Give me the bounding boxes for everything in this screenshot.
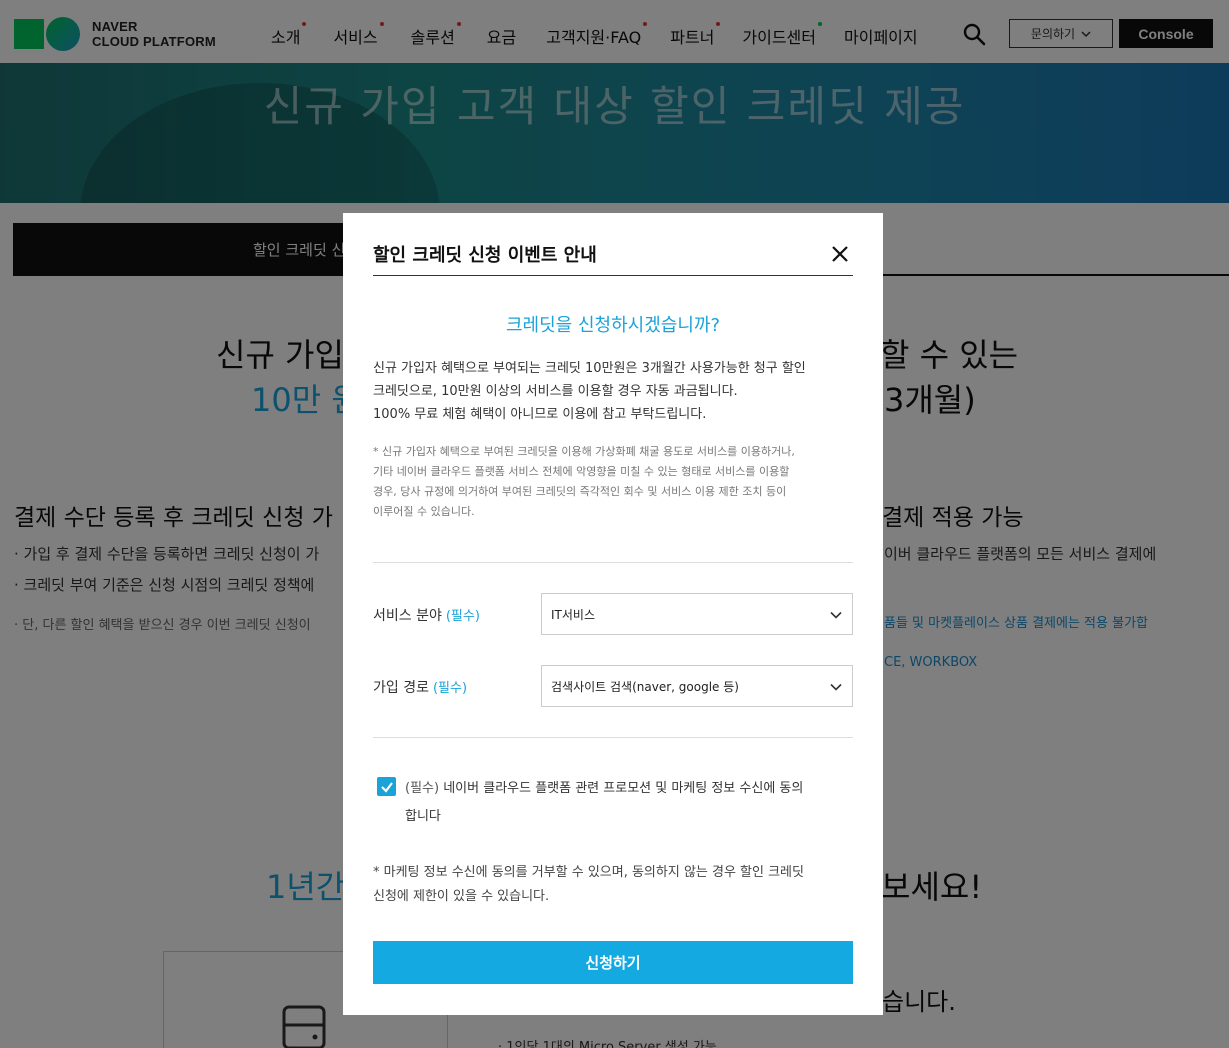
description-line: 신규 가입자 혜택으로 부여되는 크레딧 10만원은 3개월간 사용가능한 청구… (373, 361, 806, 376)
fine-print-line: * 신규 가입자 혜택으로 부여된 크레딧을 이용해 가상화폐 채굴 용도로 서… (373, 445, 795, 458)
signup-route-label: 가입 경로 (필수) (373, 677, 467, 697)
select-value: IT서비스 (551, 607, 595, 622)
marketing-consent-label[interactable]: (필수) 네이버 클라우드 플랫폼 관련 프로모션 및 마케팅 정보 수신에 동… (405, 775, 855, 831)
fine-print-line: 이루어질 수 있습니다. (373, 505, 475, 518)
service-field-label: 서비스 분야 (필수) (373, 605, 480, 625)
form-top-divider (373, 562, 853, 563)
description-line: 크레딧으로, 10만원 이상의 서비스를 이용할 경우 자동 과금됩니다. (373, 384, 738, 399)
credit-event-modal: 할인 크레딧 신청 이벤트 안내 크레딧을 신청하시겠습니까? 신규 가입자 혜… (343, 213, 883, 1015)
note-line: * 마케팅 정보 수신에 동의를 거부할 수 있으며, 동의하지 않는 경우 할… (373, 865, 804, 880)
description-line: 100% 무료 체험 혜택이 아니므로 이용에 참고 부탁드립니다. (373, 407, 707, 422)
marketing-consent-checkbox[interactable] (377, 777, 396, 796)
note-line: 신청에 제한이 있을 수 있습니다. (373, 889, 550, 904)
modal-title: 할인 크레딧 신청 이벤트 안내 (373, 245, 597, 266)
modal-question: 크레딧을 신청하시겠습니까? (506, 315, 720, 336)
modal-title-divider (373, 275, 853, 276)
marketing-note: * 마케팅 정보 수신에 동의를 거부할 수 있으며, 동의하지 않는 경우 할… (373, 861, 857, 909)
label-text: 서비스 분야 (373, 608, 442, 624)
label-text: 가입 경로 (373, 680, 429, 696)
fine-print-line: 경우, 당사 규정에 의거하여 부여된 크레딧의 즉각적인 회수 및 서비스 이… (373, 485, 787, 498)
signup-route-select[interactable]: 검색사이트 검색(naver, google 등) (541, 665, 853, 707)
form-bottom-divider (373, 737, 853, 738)
service-field-select[interactable]: IT서비스 (541, 593, 853, 635)
consent-text: 네이버 클라우드 플랫폼 관련 프로모션 및 마케팅 정보 수신에 동의 (443, 781, 804, 796)
consent-text: 합니다 (405, 809, 441, 824)
modal-fine-print: * 신규 가입자 혜택으로 부여된 크레딧을 이용해 가상화폐 채굴 용도로 서… (373, 442, 857, 522)
required-marker: (필수) (445, 609, 480, 624)
chevron-down-icon (830, 611, 842, 619)
chevron-down-icon (830, 683, 842, 691)
checkmark-icon (380, 781, 393, 793)
required-marker: (필수) (432, 681, 468, 696)
required-marker: (필수) (405, 781, 440, 796)
apply-button[interactable]: 신청하기 (373, 941, 853, 984)
close-icon[interactable] (831, 245, 849, 263)
modal-description: 신규 가입자 혜택으로 부여되는 크레딧 10만원은 3개월간 사용가능한 청구… (373, 357, 857, 426)
select-value: 검색사이트 검색(naver, google 등) (551, 679, 739, 694)
fine-print-line: 기타 네이버 클라우드 플랫폼 서비스 전체에 악영향을 미칠 수 있는 형태로… (373, 465, 790, 478)
